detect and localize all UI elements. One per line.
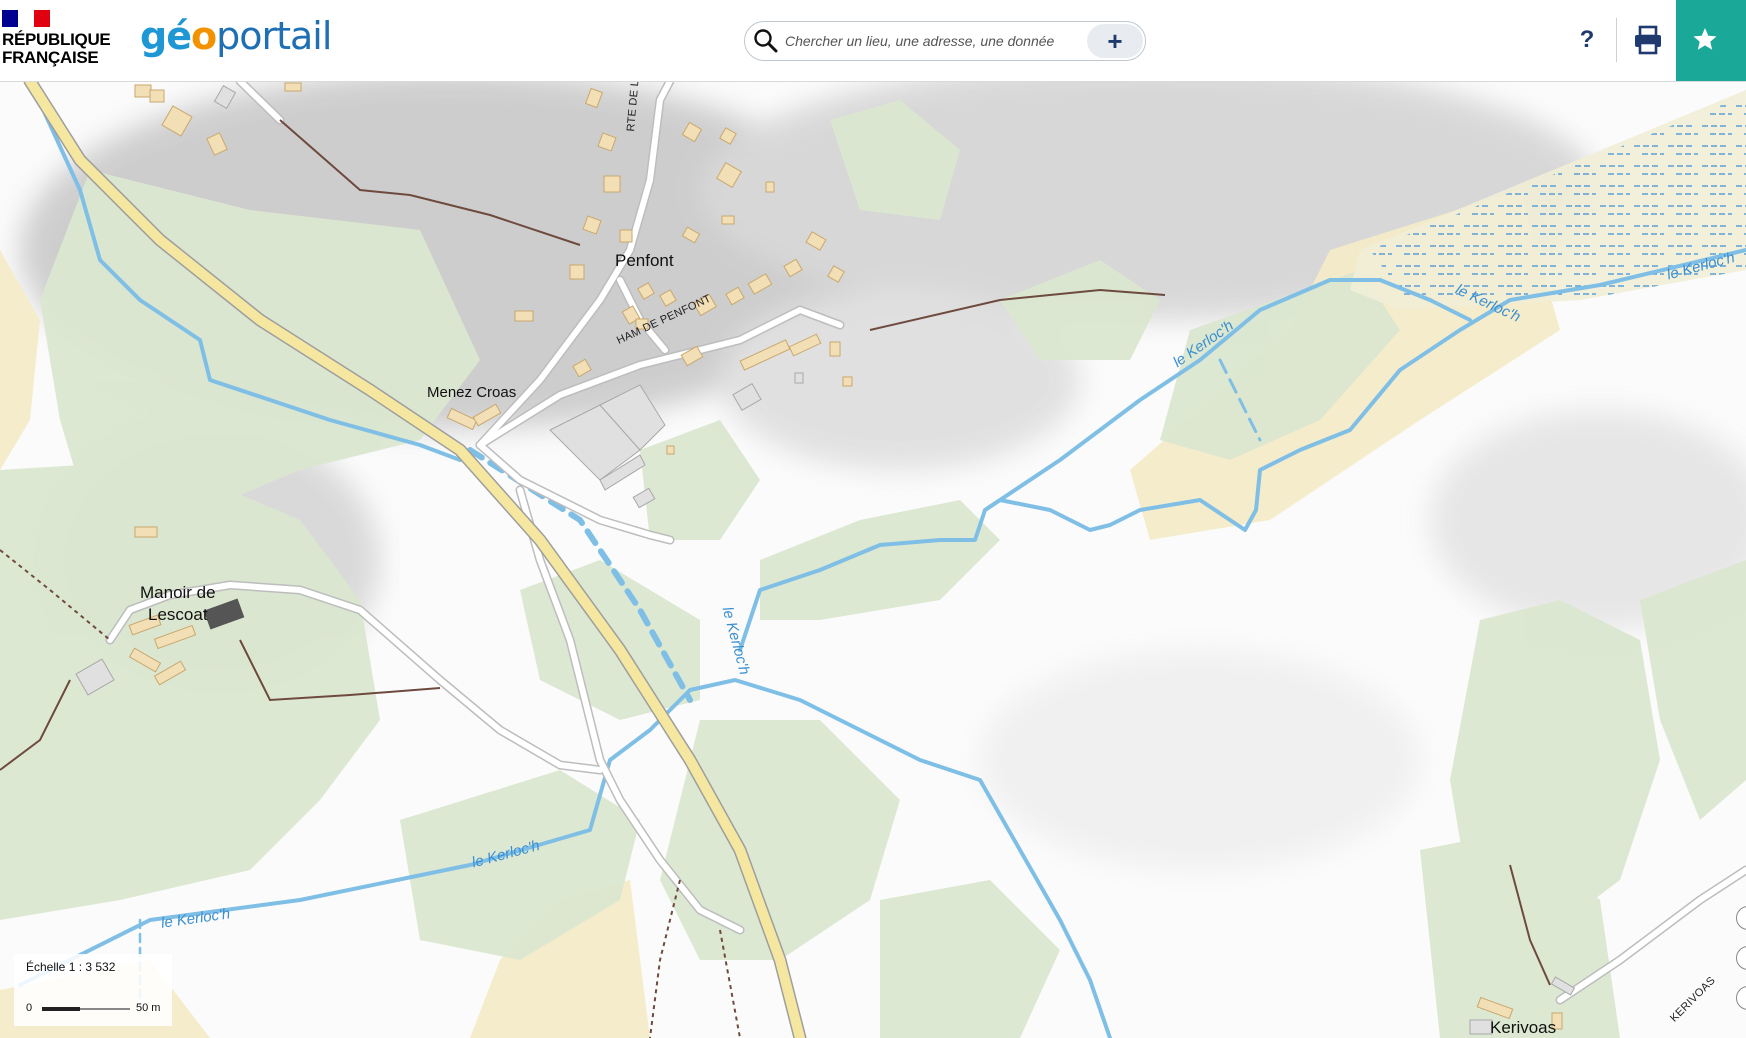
header-divider — [1616, 18, 1617, 62]
top-header: RÉPUBLIQUE FRANÇAISE géoportail + ? — [0, 0, 1746, 82]
add-data-button[interactable]: + — [1087, 24, 1143, 58]
printer-icon[interactable] — [1628, 20, 1668, 60]
place-label-manoir-line2: Lescoat — [148, 605, 208, 624]
map-view[interactable]: Penfont Menez Croas Manoir de Lescoat Ke… — [0, 81, 1746, 1038]
search-input[interactable] — [785, 31, 1065, 51]
scale-text: Échelle 1 : 3 532 — [26, 960, 116, 974]
place-label-menez-croas: Menez Croas — [427, 384, 517, 401]
help-button[interactable]: ? — [1572, 20, 1602, 60]
scale-widget: Échelle 1 : 3 532 0 50 m — [14, 954, 172, 1026]
place-label-manoir-line1: Manoir de — [140, 583, 216, 602]
scale-distance: 50 m — [136, 1002, 161, 1014]
favorites-button[interactable] — [1676, 0, 1746, 81]
map-canvas — [0, 81, 1746, 1038]
logo-portail: portail — [216, 14, 332, 58]
french-flag-icon — [2, 10, 50, 27]
search-icon[interactable] — [753, 28, 779, 54]
logo-geo: géo — [140, 14, 217, 58]
scale-bar-segment — [42, 1007, 80, 1011]
republique-text: RÉPUBLIQUE — [2, 30, 111, 49]
scale-zero: 0 — [26, 1002, 33, 1014]
republique-francaise-logo[interactable]: RÉPUBLIQUE FRANÇAISE — [2, 10, 112, 72]
star-icon — [1693, 28, 1717, 50]
francaise-text: FRANÇAISE — [2, 48, 99, 67]
place-label-kerivoas: Kerivoas — [1490, 1018, 1557, 1037]
geoportail-logo[interactable]: géoportail — [140, 14, 332, 58]
place-label-penfont: Penfont — [615, 251, 674, 270]
search-bar: + — [744, 21, 1146, 61]
